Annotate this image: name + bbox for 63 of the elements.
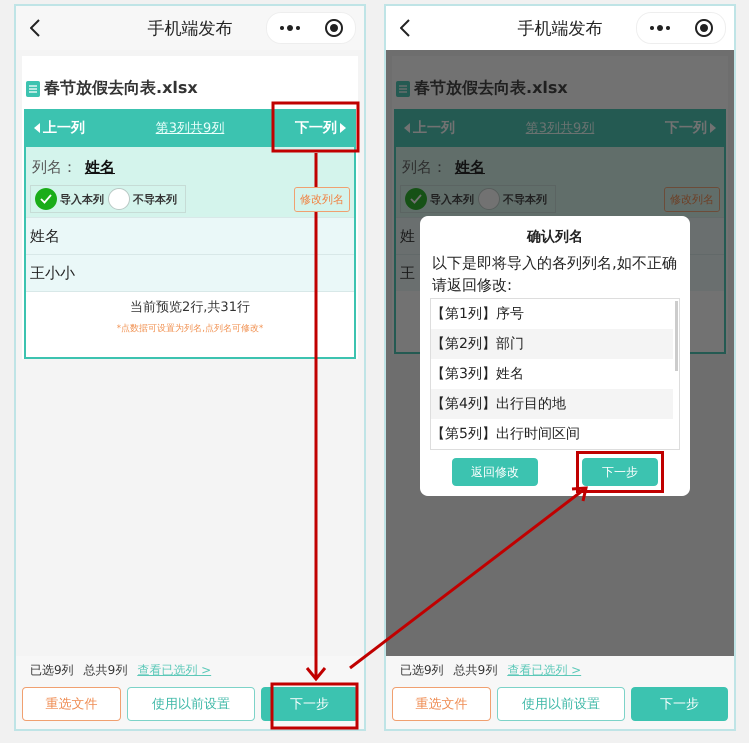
next-column-button[interactable]: 下一列 — [664, 119, 716, 137]
caret-icon — [710, 123, 716, 133]
data-row[interactable]: 王小小 — [26, 254, 354, 291]
rename-button[interactable]: 修改列名 — [664, 186, 720, 212]
spreadsheet-icon — [396, 80, 410, 96]
column-name[interactable]: 姓名 — [85, 158, 115, 176]
scrollbar — [675, 301, 678, 371]
dialog-title: 确认列名 — [526, 228, 584, 246]
capsule-menu[interactable] — [636, 12, 726, 44]
page-title: 手机端发布 — [516, 18, 604, 40]
selected-count: 已选9列 — [30, 662, 74, 679]
rename-button[interactable]: 修改列名 — [294, 186, 350, 212]
column-name-label: 列名： — [32, 158, 77, 176]
next-step-button[interactable]: 下一步 — [631, 687, 728, 721]
reselect-file-button[interactable]: 重选文件 — [392, 687, 491, 721]
check-icon — [40, 194, 52, 204]
prev-column-button[interactable]: 上一列 — [34, 119, 85, 137]
total-count: 总共9列 — [84, 662, 128, 679]
radio-option[interactable]: 不导本列 — [478, 188, 551, 210]
previous-settings-button[interactable]: 使用以前设置 — [126, 687, 256, 721]
back-icon[interactable] — [400, 19, 410, 37]
preview-summary: 当前预览2行,共31行 — [130, 299, 250, 316]
column-position[interactable]: 第3列共9列 — [156, 119, 224, 137]
file-name: 春节放假去向表.xlsx — [44, 78, 198, 99]
caret-icon — [340, 123, 346, 133]
page-title: 手机端发布 — [146, 18, 234, 40]
next-column-button[interactable]: 下一列 — [294, 119, 346, 137]
check-icon — [410, 194, 422, 204]
radio-circle[interactable] — [478, 188, 500, 210]
radio-circle[interactable] — [405, 188, 427, 210]
total-count: 总共9列 — [454, 662, 498, 679]
column-list-item: 【第4列】出行目的地 — [431, 389, 673, 419]
spreadsheet-icon — [26, 80, 40, 96]
next-step-button[interactable]: 下一步 — [582, 458, 658, 486]
data-row[interactable]: 姓名 — [26, 217, 354, 254]
reselect-file-button[interactable]: 重选文件 — [22, 687, 121, 721]
radio-option[interactable]: 不导本列 — [108, 188, 181, 210]
more-icon[interactable] — [648, 25, 670, 31]
dialog-message: 以下是即将导入的各列列名,如不正确请返回修改: — [431, 253, 678, 296]
column-list-item: 【第2列】部门 — [431, 329, 673, 359]
column-name[interactable]: 姓名 — [455, 158, 485, 176]
back-icon[interactable] — [30, 19, 40, 37]
caret-icon — [404, 123, 410, 133]
radio-option[interactable]: 导入本列 — [405, 188, 478, 210]
column-position[interactable]: 第3列共9列 — [526, 119, 594, 137]
previous-settings-button[interactable]: 使用以前设置 — [496, 687, 626, 721]
view-selected-link[interactable]: 查看已选列 > — [137, 662, 212, 679]
selected-count: 已选9列 — [400, 662, 444, 679]
target-icon[interactable] — [324, 18, 344, 38]
more-icon[interactable] — [278, 25, 300, 31]
capsule-menu[interactable] — [266, 12, 356, 44]
target-icon[interactable] — [694, 18, 714, 38]
view-selected-link[interactable]: 查看已选列 > — [507, 662, 582, 679]
radio-circle[interactable] — [35, 188, 57, 210]
prev-column-button[interactable]: 上一列 — [404, 119, 455, 137]
column-name-label: 列名： — [402, 158, 447, 176]
back-edit-button[interactable]: 返回修改 — [452, 458, 538, 486]
file-name: 春节放假去向表.xlsx — [414, 78, 568, 99]
hint-text: *点数据可设置为列名,点列名可修改* — [116, 322, 264, 335]
caret-icon — [34, 123, 40, 133]
radio-circle[interactable] — [108, 188, 130, 210]
next-step-button[interactable]: 下一步 — [261, 687, 358, 721]
radio-option[interactable]: 导入本列 — [35, 188, 108, 210]
